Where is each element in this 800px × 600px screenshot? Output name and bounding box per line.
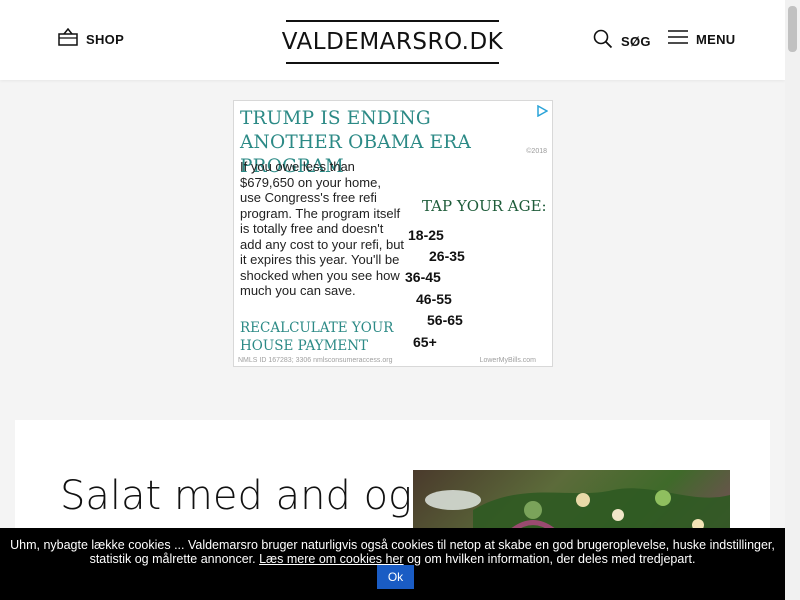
hamburger-menu-icon xyxy=(668,29,688,50)
site-header: SHOP VALDEMARSRO.DK SØG MENU xyxy=(0,0,785,80)
shop-link[interactable]: SHOP xyxy=(58,27,125,51)
article-title[interactable]: Salat med and og xyxy=(60,473,412,519)
menu-button[interactable]: MENU xyxy=(668,29,735,50)
ad-age-option[interactable]: 26-35 xyxy=(429,248,465,264)
ad-footer-nmls: NMLS ID 167283; 3306 nmlsconsumeraccess.… xyxy=(238,357,393,364)
cookie-ok-button[interactable]: Ok xyxy=(377,565,414,589)
ad-body-text: If you owe less than $679,650 on your ho… xyxy=(240,159,405,298)
ad-age-option[interactable]: 56-65 xyxy=(427,312,463,328)
scrollbar-thumb[interactable] xyxy=(788,6,797,52)
menu-label: MENU xyxy=(696,32,736,47)
advertisement[interactable]: Trump is ending another Obama era progra… xyxy=(233,100,553,367)
basket-icon xyxy=(58,27,78,51)
ad-call-to-action[interactable]: Recalculate your house payment xyxy=(240,319,410,355)
ad-footer-brand: LowerMyBills.com xyxy=(479,357,536,364)
cookie-read-more-link[interactable]: Læs mere om cookies her xyxy=(259,552,404,566)
ad-age-option[interactable]: 46-55 xyxy=(416,291,452,307)
ad-age-option[interactable]: 18-25 xyxy=(408,227,444,243)
site-logo[interactable]: VALDEMARSRO.DK xyxy=(282,20,503,64)
ad-tap-your-age: Tap your age: xyxy=(422,197,547,215)
search-button[interactable]: SØG xyxy=(593,29,651,54)
ad-copyright: ©2018 xyxy=(526,148,547,155)
cookie-message: Uhm, nybagte lække cookies ... Valdemars… xyxy=(10,538,775,566)
cookie-text-after: og om hvilken information, der deles med… xyxy=(403,552,696,566)
ad-age-option[interactable]: 36-45 xyxy=(405,269,441,285)
ad-age-option[interactable]: 65+ xyxy=(413,334,437,350)
search-icon xyxy=(593,29,613,54)
shop-label: SHOP xyxy=(86,32,125,47)
page-scrollbar[interactable] xyxy=(785,0,800,600)
adchoices-icon[interactable] xyxy=(536,104,549,122)
cookie-banner: Uhm, nybagte lække cookies ... Valdemars… xyxy=(0,528,785,600)
search-label: SØG xyxy=(621,34,651,49)
